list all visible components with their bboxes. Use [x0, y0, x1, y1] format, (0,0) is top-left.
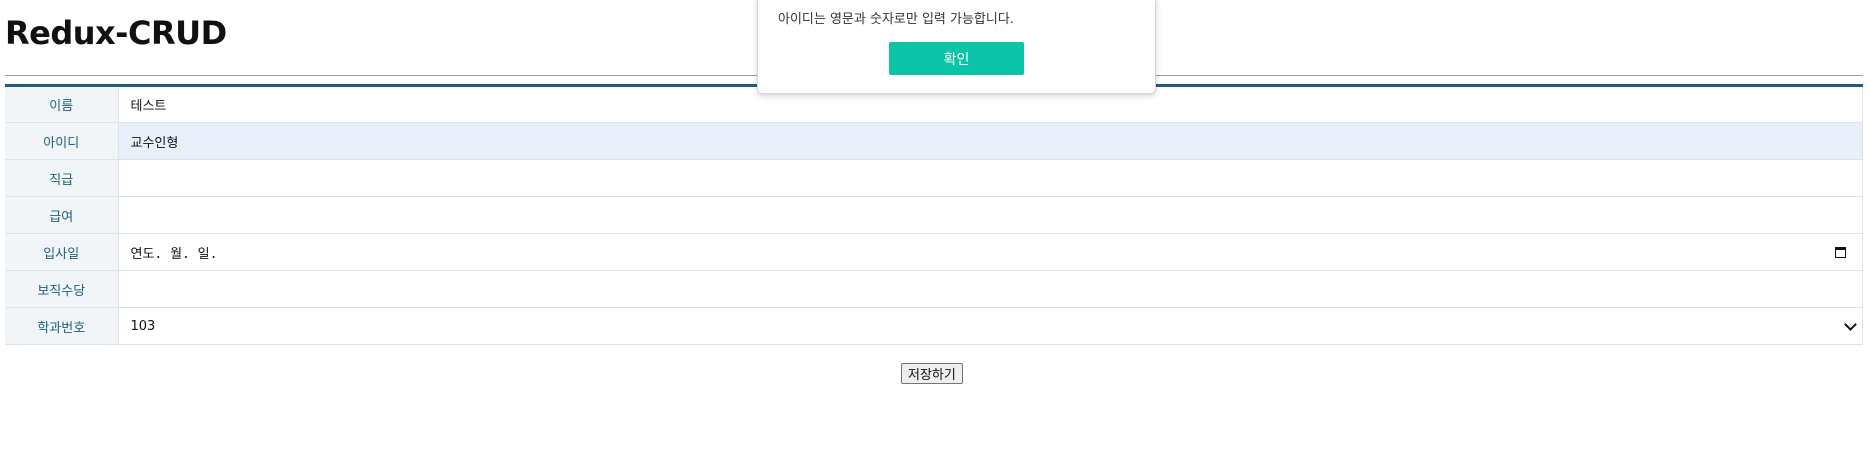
department-selected-value: 103	[130, 318, 156, 334]
id-input[interactable]	[118, 123, 1862, 159]
salary-label: 급여	[5, 196, 119, 234]
form-row-hire-date: 입사일 연도. 월. 일.	[5, 233, 1863, 271]
employee-form: 이름 아이디 직급 급여	[5, 84, 1863, 345]
form-row-department: 학과번호 103	[5, 307, 1863, 345]
position-input[interactable]	[118, 160, 1862, 196]
allowance-label: 보직수당	[5, 270, 119, 308]
save-button[interactable]: 저장하기	[901, 363, 963, 384]
calendar-icon[interactable]	[1835, 246, 1846, 258]
alert-confirm-button[interactable]: 확인	[889, 42, 1024, 75]
hire-date-input[interactable]: 연도. 월. 일.	[119, 235, 1863, 270]
salary-input[interactable]	[118, 197, 1862, 233]
hire-date-placeholder: 연도. 월. 일.	[130, 246, 218, 262]
position-label: 직급	[5, 159, 119, 197]
alert-message: 아이디는 영문과 숫자로만 입력 가능합니다.	[778, 12, 1014, 27]
page: Redux-CRUD 이름 아이디 직급	[0, 0, 1868, 469]
form-row-position: 직급	[5, 159, 1863, 197]
form-row-allowance: 보직수당	[5, 270, 1863, 308]
name-label: 이름	[5, 85, 119, 123]
chevron-down-icon	[1844, 317, 1857, 331]
page-title: Redux-CRUD	[5, 14, 227, 52]
department-label: 학과번호	[5, 307, 119, 345]
form-row-salary: 급여	[5, 196, 1863, 234]
id-label: 아이디	[5, 122, 119, 160]
department-select[interactable]: 103	[119, 309, 1863, 344]
hire-date-label: 입사일	[5, 233, 119, 271]
allowance-input[interactable]	[118, 271, 1862, 307]
form-row-id: 아이디	[5, 122, 1863, 160]
alert-dialog: 아이디는 영문과 숫자로만 입력 가능합니다. 확인	[757, 0, 1156, 94]
